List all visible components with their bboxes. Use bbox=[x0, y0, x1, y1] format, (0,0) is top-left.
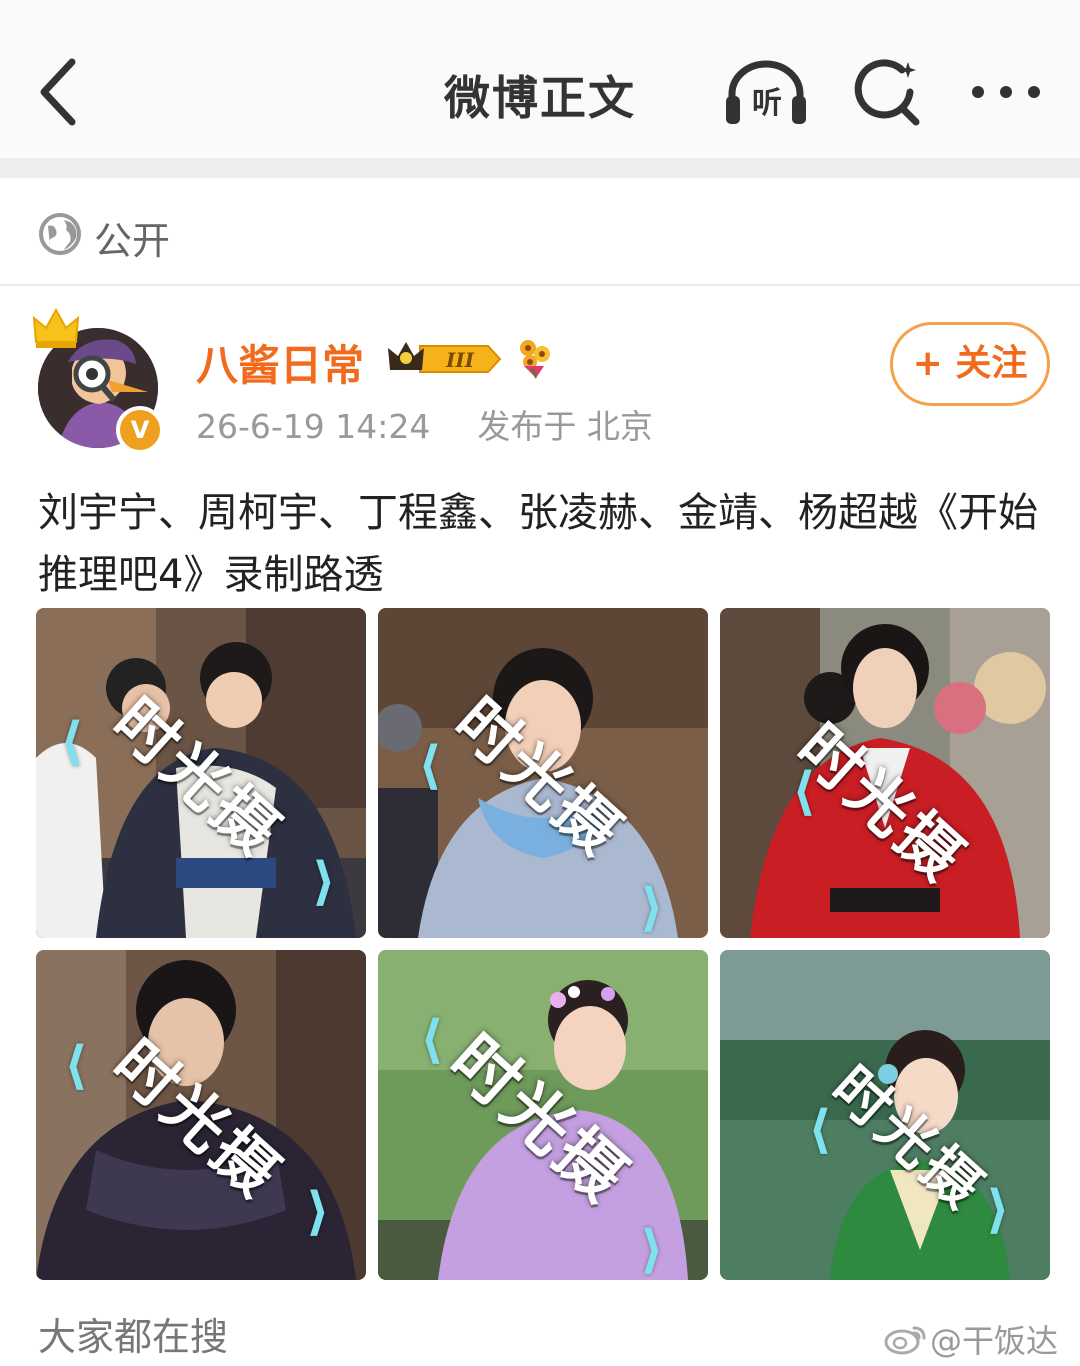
visibility-label: 公开 bbox=[94, 219, 171, 263]
post-image-3[interactable]: ⟨ 时光摄 bbox=[720, 608, 1050, 938]
level-badge[interactable]: III bbox=[386, 338, 502, 380]
weibo-watermark: @干饭达子 bbox=[930, 1322, 1059, 1360]
crown-icon bbox=[32, 307, 80, 348]
image-grid: ⟨ 时光摄 ⟩ ⟨ 时光摄 ⟩ ⟨ 时光摄 ⟨ 时光摄 ⟩ ⟨ 时光摄 ⟩ ⟨ … bbox=[36, 608, 1050, 1280]
photo-scene-3 bbox=[720, 608, 1050, 938]
post-body-text: 刘宇宁、周柯宇、丁程鑫、张凌赫、金靖、杨超越《开始推理吧4》录制路透 bbox=[38, 490, 1038, 598]
more-button[interactable] bbox=[968, 72, 1044, 112]
post-image-1[interactable]: ⟨ 时光摄 ⟩ bbox=[36, 608, 366, 938]
author-avatar[interactable]: V bbox=[30, 306, 170, 456]
post-image-6[interactable]: ⟨ 时光摄 ⟩ bbox=[720, 950, 1050, 1280]
search-button[interactable] bbox=[852, 56, 924, 128]
weibo-logo-icon bbox=[884, 1326, 926, 1355]
flower-icon bbox=[520, 340, 550, 379]
follow-button[interactable]: + 关注 bbox=[890, 322, 1050, 406]
photo-scene-5 bbox=[378, 950, 708, 1280]
verified-icon: V bbox=[116, 406, 164, 454]
globe-icon bbox=[39, 213, 81, 255]
post-meta: 26-6-19 14:24 发布于 北京 bbox=[196, 400, 653, 448]
level-badge-text: III bbox=[445, 348, 475, 372]
photo-scene-6 bbox=[720, 950, 1050, 1280]
post-timestamp: 26-6-19 14:24 bbox=[196, 407, 431, 446]
top-navbar: 微博正文 听 bbox=[0, 0, 1080, 158]
post-image-2[interactable]: ⟨ 时光摄 ⟩ bbox=[378, 608, 708, 938]
post-location: 发布于 北京 bbox=[477, 407, 653, 446]
post-image-5[interactable]: ⟨ 时光摄 ⟩ bbox=[378, 950, 708, 1280]
trending-search-label: 大家都在搜 bbox=[38, 1315, 229, 1359]
photo-scene-2 bbox=[378, 608, 708, 938]
photo-scene-4 bbox=[36, 950, 366, 1280]
author-name[interactable]: 八酱日常 bbox=[196, 332, 364, 393]
visibility-row: 公开 bbox=[0, 178, 1080, 286]
post-image-4[interactable]: ⟨ 时光摄 ⟩ bbox=[36, 950, 366, 1280]
listen-label: 听 bbox=[752, 86, 782, 121]
section-divider bbox=[0, 158, 1080, 178]
photo-scene-1 bbox=[36, 608, 366, 938]
search-icon bbox=[854, 59, 920, 126]
more-icon bbox=[972, 86, 1040, 98]
level-badge-icon: III bbox=[388, 342, 502, 373]
